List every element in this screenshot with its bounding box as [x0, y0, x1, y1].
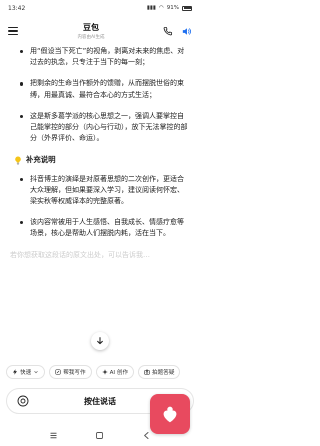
battery-icon: [182, 5, 192, 11]
nav-menu-button[interactable]: [49, 431, 58, 440]
heart-icon: [163, 406, 177, 423]
chip-writing[interactable]: 帮我写作: [49, 365, 92, 379]
list-item: 把剩余的生命当作额外的馈赠，从而摆脱世俗的束缚，用最真诚、最符合本心的方式生活；: [20, 78, 190, 100]
bullet-list-top: 用“假设当下死亡”的视角，剥离对未来的焦虑、对过去的执念，只专注于当下的每一刻；…: [20, 46, 190, 144]
chip-label: 帮我写作: [63, 370, 86, 376]
status-icons: ▮▮▮ ◠ 91%: [147, 5, 192, 11]
list-item: 用“假设当下死亡”的视角，剥离对未来的焦虑、对过去的执念，只专注于当下的每一刻；: [20, 46, 190, 68]
menu-icon[interactable]: [8, 25, 20, 37]
header-title-block: 豆包 内容由AI生成: [78, 22, 105, 40]
camera-icon: [144, 369, 150, 375]
floating-app-button[interactable]: [150, 394, 190, 434]
bullet-list-bottom: 抖音博主的演绎是对原著思想的二次创作，更适合大众理解，但如果要深入学习，建议阅读…: [20, 174, 190, 240]
status-bar: 13:42 ▮▮▮ ◠ 91%: [0, 0, 200, 16]
chip-label: AI 创作: [109, 370, 129, 376]
chat-message: 用“假设当下死亡”的视角，剥离对未来的焦虑、对过去的执念，只专注于当下的每一刻；…: [0, 46, 200, 362]
chip-ai-create[interactable]: AI 创作: [95, 365, 135, 379]
header-title: 豆包: [83, 23, 99, 32]
nav-back-icon: [144, 431, 149, 439]
list-item: 该内容常被用于人生感悟、自我成长、情感疗愈等场景，核心是帮助人们摆脱内耗，活在当…: [20, 217, 190, 239]
status-time: 13:42: [8, 4, 26, 12]
pen-icon: [55, 369, 61, 375]
signal-icon: ▮▮▮: [146, 5, 156, 11]
section-heading: 补充说明: [14, 154, 190, 165]
lightbulb-icon: [15, 156, 21, 165]
list-item: 这是斯多葛学派的核心思想之一，强调人要掌控自己能掌控的部分（内心与行动），放下无…: [20, 111, 190, 145]
hold-to-talk-button[interactable]: 按住说话: [84, 396, 116, 407]
chevron-down-icon: [34, 371, 38, 374]
battery-percent: 91%: [166, 5, 179, 11]
list-item: 抖音博主的演绎是对原著思想的二次创作，更适合大众理解，但如果要深入学习，建议阅读…: [20, 174, 190, 208]
phone-icon[interactable]: [162, 26, 173, 37]
nav-home-icon: [96, 431, 104, 439]
chip-fast[interactable]: 快速: [6, 365, 46, 379]
faded-text: 若你想获取这段话的原文出处，可以告诉我…: [10, 250, 150, 259]
lightning-icon: [13, 369, 17, 375]
wifi-icon: ◠: [158, 5, 164, 11]
speaker-icon[interactable]: [181, 26, 192, 37]
camera-icon[interactable]: [17, 395, 29, 407]
nav-menu-icon: [50, 432, 57, 438]
chip-photo-answer[interactable]: 拍题答疑: [138, 365, 181, 379]
scroll-down-button[interactable]: [91, 332, 109, 350]
header-actions: [162, 26, 192, 37]
quick-actions: 快速 帮我写作 AI 创作 拍题答疑: [0, 365, 200, 379]
nav-back-button[interactable]: [142, 431, 151, 440]
arrow-down-icon: [97, 337, 103, 345]
chip-label: 快速: [20, 370, 32, 376]
header-subtitle: 内容由AI生成: [77, 35, 105, 40]
chat-header: 豆包 内容由AI生成: [0, 16, 200, 46]
sparkle-icon: [101, 369, 108, 375]
nav-home-button[interactable]: [95, 431, 104, 440]
chip-label: 拍题答疑: [152, 370, 175, 376]
section-title: 补充说明: [26, 155, 56, 165]
